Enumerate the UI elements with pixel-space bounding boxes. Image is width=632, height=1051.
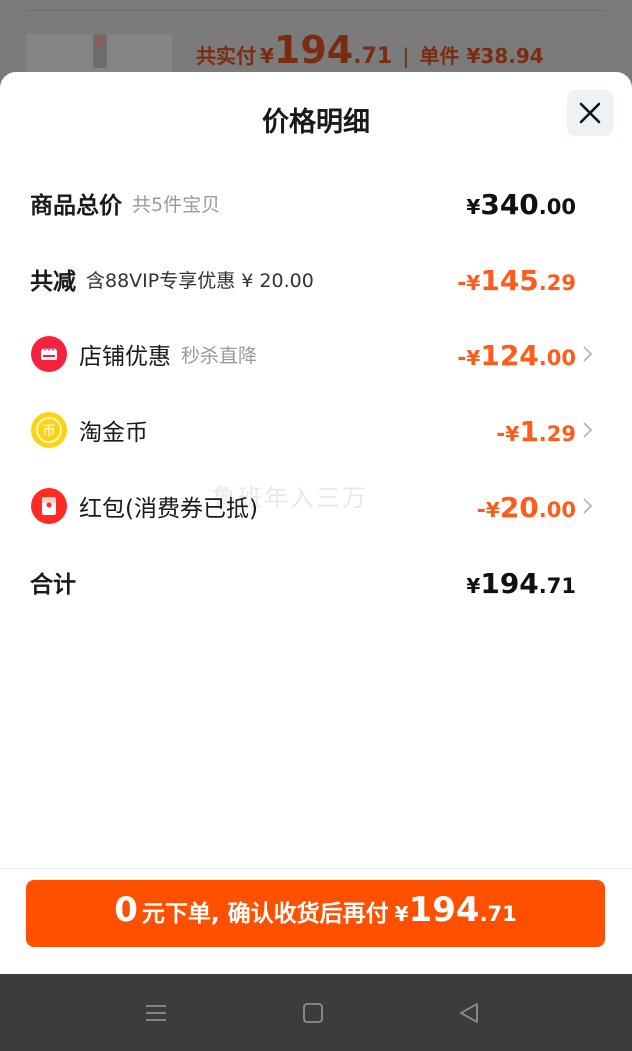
taobao-coin-amount: - ¥ 1 .29 [496,415,576,448]
vip-discount-note: 含88VIP专享优惠 ¥ 20.00 [86,269,314,292]
row-sum: 合计 ¥ 194 .71 [0,557,632,607]
product-bottle-cap [96,36,104,48]
row-taobao-coin[interactable]: 币 淘金币 - ¥ 1 .29 [0,405,632,455]
price-detail-sheet: 价格明细 商品总价 共5件宝贝 ¥ 340 .00 共减 含88VIP专享优惠 … [0,72,632,974]
taobao-coin-label: 淘金币 [79,420,148,446]
unit-price: 单件 ¥38.94 [419,44,544,68]
paid-yen: ¥ [260,44,274,68]
shop-icon [31,336,67,372]
paid-integer: 194 [273,28,354,72]
goods-total-amount: ¥ 340 .00 [466,188,576,221]
svg-text:币: 币 [42,424,55,439]
cta-yen: ¥ [394,902,409,926]
row-goods-total: 商品总价 共5件宝贝 ¥ 340 .00 [0,178,632,228]
cta-decimal: .71 [479,902,517,926]
close-button[interactable] [567,90,613,136]
back-triangle-icon[interactable] [454,998,484,1028]
row-shop-discount[interactable]: 店铺优惠 秒杀直降 - ¥ 124 .00 [0,329,632,379]
system-nav-bar [0,974,632,1051]
close-icon [579,102,601,124]
chevron-right-icon [580,344,594,364]
cta-zero: 0 [114,890,138,930]
sheet-title: 价格明细 [262,107,370,138]
paid-decimal: .71 [353,44,393,69]
background-divider [26,10,604,11]
chevron-right-icon [580,496,594,516]
sum-amount: ¥ 194 .71 [466,567,576,600]
total-discount-label: 共减 [30,269,76,295]
goods-total-label: 商品总价 [30,193,122,219]
footer-divider [0,868,632,869]
cta-integer: 194 [408,890,480,930]
price-separator: | [402,44,410,68]
cta-text: 元下单, 确认收货后再付 [141,901,389,927]
goods-count: 共5件宝贝 [132,193,221,216]
shop-discount-amount: - ¥ 124 .00 [457,339,576,372]
home-square-icon[interactable] [298,998,328,1028]
shop-discount-label: 店铺优惠 [79,344,171,370]
sum-label: 合计 [30,572,76,598]
red-packet-icon [31,488,67,524]
chevron-right-icon [580,420,594,440]
shop-discount-note: 秒杀直降 [181,344,258,367]
watermark: 鲁班年入三万 [212,484,368,512]
place-order-button[interactable]: 0 元下单, 确认收货后再付 ¥ 194 .71 [26,880,605,947]
coin-icon: 币 [31,412,67,448]
background-page: 共实付 ¥ 194 .71 | 单件 ¥38.94 [0,0,632,94]
paid-total-label: 共实付 [196,44,256,68]
menu-icon[interactable] [141,998,171,1028]
total-discount-amount: - ¥ 145 .29 [457,264,576,297]
red-packet-amount: - ¥ 20 .00 [476,491,576,524]
background-price-row: 共实付 ¥ 194 .71 | 单件 ¥38.94 [196,28,544,74]
row-total-discount: 共减 含88VIP专享优惠 ¥ 20.00 - ¥ 145 .29 [0,254,632,304]
